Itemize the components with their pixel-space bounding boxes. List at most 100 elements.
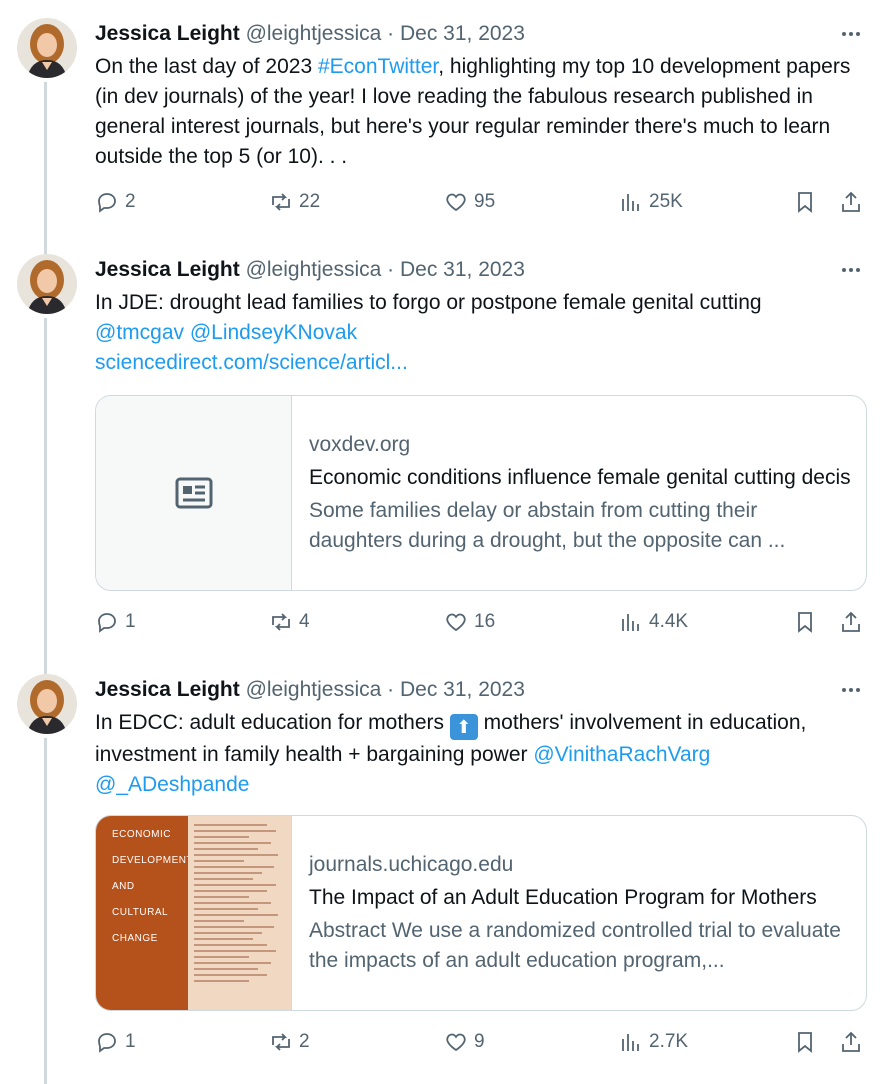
share-icon <box>842 191 860 212</box>
article-link[interactable]: sciencedirect.com/science/articl... <box>95 348 855 378</box>
bookmark-icon <box>798 192 812 213</box>
tweet-date[interactable]: Dec 31, 2023 <box>400 258 525 281</box>
reply-count: 1 <box>125 611 136 632</box>
tweet[interactable]: Jessica Leight @leightjessica · Dec 31, … <box>0 674 893 1074</box>
cover-word: CULTURAL <box>112 907 169 918</box>
cover-word: CHANGE <box>112 933 158 944</box>
author-name[interactable]: Jessica Leight <box>95 678 240 701</box>
tweet-text: In JDE: drought lead families to forgo o… <box>95 288 855 378</box>
card-title: The Impact of an Adult Education Program… <box>309 886 817 909</box>
like-button[interactable]: 16 <box>444 610 495 634</box>
like-count: 9 <box>474 1031 485 1052</box>
link-card[interactable]: voxdev.org Economic conditions influence… <box>95 395 867 591</box>
text-part: In EDCC: adult education for mothers <box>95 711 450 734</box>
view-count: 2.7K <box>649 1031 689 1052</box>
link-card[interactable]: ECONOMIC DEVELOPMENT AND CULTURAL CHANGE… <box>95 815 867 1011</box>
views-button[interactable]: 4.4K <box>619 610 688 634</box>
share-button[interactable] <box>839 610 863 634</box>
tweet-text: On the last day of 2023 #EconTwitter, hi… <box>95 52 855 172</box>
tweet-text: In EDCC: adult education for mothers ⬆ m… <box>95 708 855 800</box>
reply-icon <box>98 613 116 633</box>
tweet-date[interactable]: Dec 31, 2023 <box>400 22 525 45</box>
share-icon <box>842 611 860 632</box>
repost-count: 4 <box>299 611 310 632</box>
heart-icon <box>446 1033 466 1052</box>
like-button[interactable]: 95 <box>444 190 495 214</box>
repost-icon <box>272 1033 290 1051</box>
repost-icon <box>272 193 290 211</box>
author-handle[interactable]: @leightjessica <box>246 22 382 45</box>
like-button[interactable]: 9 <box>444 1030 485 1054</box>
tweet-header: Jessica Leight @leightjessica · Dec 31, … <box>95 676 525 704</box>
bookmark-button[interactable] <box>793 1030 817 1054</box>
share-button[interactable] <box>839 190 863 214</box>
reply-button[interactable]: 2 <box>95 190 136 214</box>
repost-icon <box>272 613 290 631</box>
bookmark-icon <box>798 612 812 633</box>
reply-count: 2 <box>125 191 136 212</box>
repost-count: 22 <box>299 191 321 212</box>
separator: · <box>387 22 395 45</box>
more-options-icon[interactable] <box>839 678 863 702</box>
analytics-icon <box>622 194 639 211</box>
tweet-actions: 1 2 9 2.7K <box>95 1030 867 1062</box>
text-line: In JDE: drought lead families to forgo o… <box>95 291 762 314</box>
more-options-icon[interactable] <box>839 22 863 46</box>
repost-button[interactable]: 4 <box>269 610 310 634</box>
journal-cover-image: ECONOMIC DEVELOPMENT AND CULTURAL CHANGE <box>96 816 292 1010</box>
bookmark-button[interactable] <box>793 610 817 634</box>
share-button[interactable] <box>839 1030 863 1054</box>
mention-link[interactable]: @VinithaRachVarg <box>533 743 710 766</box>
view-count: 4.4K <box>649 611 689 632</box>
card-description: Some families delay or abstain from cutt… <box>309 499 786 552</box>
more-options-icon[interactable] <box>839 258 863 282</box>
heart-icon <box>446 613 466 632</box>
article-thumbnail <box>96 396 292 590</box>
views-button[interactable]: 2.7K <box>619 1030 688 1054</box>
reply-icon <box>98 193 116 213</box>
avatar[interactable] <box>17 18 77 78</box>
reply-button[interactable]: 1 <box>95 610 136 634</box>
repost-button[interactable]: 22 <box>269 190 320 214</box>
cover-word: DEVELOPMENT <box>112 855 194 866</box>
card-domain: journals.uchicago.edu <box>309 853 514 876</box>
separator: · <box>387 258 395 281</box>
bookmark-button[interactable] <box>793 190 817 214</box>
cover-word: ECONOMIC <box>112 829 171 840</box>
author-name[interactable]: Jessica Leight <box>95 258 240 281</box>
reply-button[interactable]: 1 <box>95 1030 136 1054</box>
tweet[interactable]: Jessica Leight @leightjessica · Dec 31, … <box>0 254 893 654</box>
mention-links[interactable]: @tmcgav @LindseyKNovak <box>95 318 855 348</box>
author-name[interactable]: Jessica Leight <box>95 22 240 45</box>
cover-word: AND <box>112 881 135 892</box>
hashtag-link[interactable]: #EconTwitter <box>318 55 438 78</box>
avatar[interactable] <box>17 254 77 314</box>
like-count: 16 <box>474 611 496 632</box>
news-article-icon <box>175 477 212 509</box>
share-icon <box>842 1031 860 1052</box>
card-domain: voxdev.org <box>309 433 411 456</box>
heart-icon <box>446 193 466 212</box>
reply-icon <box>98 1033 116 1053</box>
up-arrow-emoji-icon: ⬆ <box>449 714 478 740</box>
tweet-actions: 2 22 95 25K <box>95 190 867 222</box>
view-count: 25K <box>649 191 683 212</box>
reply-count: 1 <box>125 1031 136 1052</box>
avatar[interactable] <box>17 674 77 734</box>
mention-link[interactable]: @_ADeshpande <box>95 773 249 796</box>
repost-button[interactable]: 2 <box>269 1030 310 1054</box>
tweet[interactable]: Jessica Leight @leightjessica · Dec 31, … <box>0 18 893 238</box>
bookmark-icon <box>798 1032 812 1053</box>
card-title: Economic conditions influence female gen… <box>309 466 850 489</box>
analytics-icon <box>622 614 639 631</box>
views-button[interactable]: 25K <box>619 190 683 214</box>
author-handle[interactable]: @leightjessica <box>246 678 382 701</box>
tweet-date[interactable]: Dec 31, 2023 <box>400 678 525 701</box>
text-part: On the last day of 2023 <box>95 55 318 78</box>
like-count: 95 <box>474 191 496 212</box>
separator: · <box>387 678 395 701</box>
card-description: Abstract We use a randomized controlled … <box>309 919 841 972</box>
tweet-header: Jessica Leight @leightjessica · Dec 31, … <box>95 20 525 48</box>
analytics-icon <box>622 1034 639 1051</box>
author-handle[interactable]: @leightjessica <box>246 258 382 281</box>
